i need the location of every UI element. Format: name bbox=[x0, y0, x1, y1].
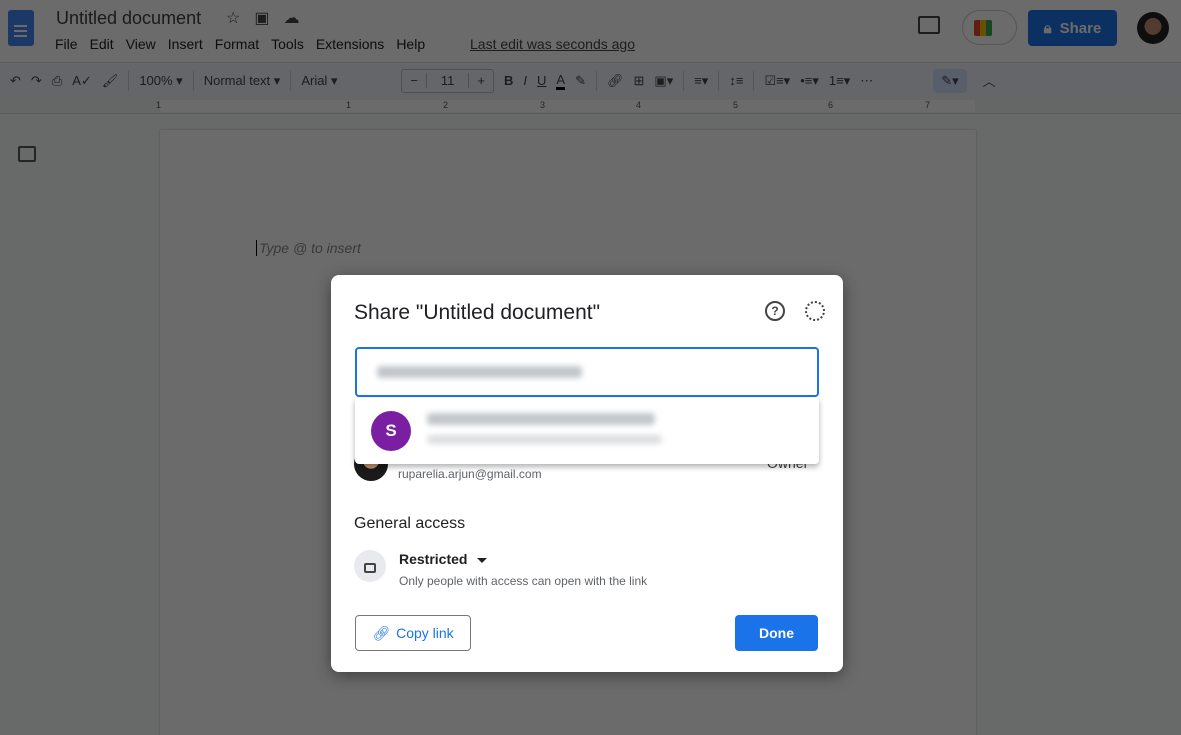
underline-button[interactable]: U bbox=[537, 73, 546, 88]
menu-extensions[interactable]: Extensions bbox=[316, 36, 384, 52]
star-icon[interactable]: ☆ bbox=[226, 8, 240, 28]
bullet-list-icon[interactable]: •≡▾ bbox=[800, 73, 819, 89]
print-icon[interactable]: ⎙ bbox=[52, 73, 62, 89]
cloud-status-icon[interactable]: ☁ bbox=[283, 8, 299, 28]
bold-button[interactable]: B bbox=[504, 73, 513, 88]
increase-font-button[interactable]: + bbox=[469, 73, 493, 88]
access-select[interactable]: Restricted bbox=[399, 551, 467, 567]
menu-format[interactable]: Format bbox=[215, 36, 259, 52]
dropdown-caret-icon[interactable] bbox=[477, 558, 487, 568]
add-comment-icon[interactable]: ⊞ bbox=[634, 73, 645, 89]
link-icon: 🔗︎ bbox=[372, 624, 391, 641]
comment-icon[interactable] bbox=[918, 16, 940, 34]
share-button[interactable]: 🔒︎ Share bbox=[1028, 10, 1117, 46]
lock-icon: 🔒︎ bbox=[1043, 19, 1052, 37]
docs-logo-icon[interactable] bbox=[8, 10, 34, 46]
access-description: Only people with access can open with th… bbox=[399, 574, 648, 588]
align-icon[interactable]: ≡▾ bbox=[694, 73, 708, 89]
link-icon[interactable]: 🔗︎ bbox=[607, 73, 624, 89]
image-icon[interactable]: ▣▾ bbox=[654, 73, 673, 89]
menu-tools[interactable]: Tools bbox=[271, 36, 304, 52]
italic-button[interactable]: I bbox=[523, 73, 527, 88]
paint-format-icon[interactable]: 🖌︎ bbox=[102, 73, 119, 89]
decrease-font-button[interactable]: − bbox=[402, 73, 426, 88]
redo-icon[interactable]: ↷ bbox=[31, 73, 42, 89]
settings-gear-icon[interactable] bbox=[805, 301, 825, 321]
line-spacing-icon[interactable]: ↕≡ bbox=[729, 73, 743, 88]
menu-file[interactable]: File bbox=[55, 36, 78, 52]
outline-icon[interactable] bbox=[18, 146, 36, 162]
font-size-stepper[interactable]: −11 + bbox=[401, 68, 494, 93]
move-folder-icon[interactable]: ▣ bbox=[254, 8, 269, 28]
more-icon[interactable]: ⋯ bbox=[860, 73, 873, 89]
checklist-icon[interactable]: ☑≡▾ bbox=[764, 73, 790, 89]
header: Untitled document ☆ ▣ ☁ File Edit View Ins… bbox=[0, 0, 1181, 62]
toolbar: ↶ ↷ ⎙ A✓ 🖌︎ 100% ▾ Normal text ▾ Arial ▾… bbox=[0, 62, 1181, 98]
editing-mode-icon[interactable]: ✎▾ bbox=[933, 68, 967, 93]
done-button[interactable]: Done bbox=[735, 615, 818, 651]
add-people-input[interactable] bbox=[355, 347, 819, 397]
menu-view[interactable]: View bbox=[126, 36, 156, 52]
zoom-select[interactable]: 100% ▾ bbox=[139, 73, 182, 89]
spellcheck-icon[interactable]: A✓ bbox=[72, 73, 92, 89]
collapse-icon[interactable]: ︿ bbox=[983, 71, 996, 90]
highlight-icon[interactable]: ✎ bbox=[575, 73, 586, 89]
menu-bar: File Edit View Insert Format Tools Exten… bbox=[55, 36, 437, 52]
account-avatar[interactable] bbox=[1137, 12, 1169, 44]
owner-email: ruparelia.arjun@gmail.com bbox=[398, 467, 542, 481]
document-placeholder: Type @ to insert bbox=[256, 240, 361, 256]
lock-icon bbox=[354, 550, 386, 582]
menu-edit[interactable]: Edit bbox=[90, 36, 114, 52]
meet-icon bbox=[974, 20, 992, 36]
font-size-input[interactable]: 11 bbox=[425, 73, 470, 88]
suggestion-item[interactable]: S bbox=[355, 398, 819, 464]
font-select[interactable]: Arial ▾ bbox=[301, 73, 391, 89]
general-access-heading: General access bbox=[354, 515, 466, 532]
menu-help[interactable]: Help bbox=[396, 36, 425, 52]
suggestion-avatar: S bbox=[371, 411, 411, 451]
style-select[interactable]: Normal text ▾ bbox=[204, 73, 281, 89]
numbered-list-icon[interactable]: 1≡▾ bbox=[829, 73, 850, 89]
undo-icon[interactable]: ↶ bbox=[10, 73, 21, 89]
help-icon[interactable]: ? bbox=[765, 301, 785, 321]
text-color-button[interactable]: A bbox=[556, 72, 566, 90]
copy-link-button[interactable]: 🔗︎ Copy link bbox=[355, 615, 471, 651]
meet-button[interactable] bbox=[962, 10, 1017, 45]
dialog-title: Share "Untitled document" bbox=[354, 301, 601, 324]
menu-insert[interactable]: Insert bbox=[168, 36, 203, 52]
document-title[interactable]: Untitled document bbox=[56, 8, 201, 29]
ruler[interactable]: 1 1 2 3 4 5 6 7 bbox=[0, 98, 1181, 114]
share-dialog: Share "Untitled document" ? ruparelia.ar… bbox=[331, 275, 843, 672]
last-edit-link[interactable]: Last edit was seconds ago bbox=[470, 36, 635, 52]
